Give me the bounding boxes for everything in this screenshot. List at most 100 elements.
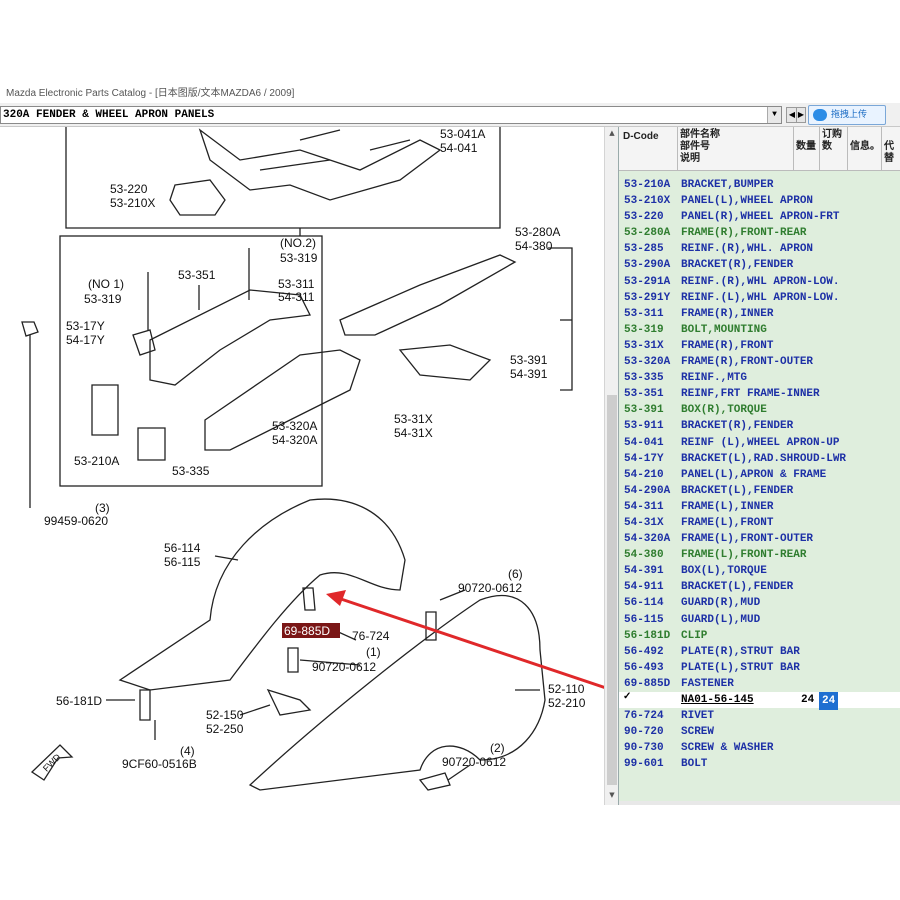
- header-substitute[interactable]: 代替: [881, 127, 900, 171]
- part-row[interactable]: 56-492 PLATE(R),STRUT BAR: [619, 644, 900, 660]
- next-page-button[interactable]: ▶: [796, 107, 806, 123]
- part-row[interactable]: 53-351 REINF,FRT FRAME-INNER: [619, 386, 900, 402]
- part-row[interactable]: 54-391 BOX(L),TORQUE: [619, 563, 900, 579]
- header-qty[interactable]: 数量: [793, 127, 817, 171]
- label-53-391[interactable]: 53-391: [510, 353, 548, 367]
- label-53-311[interactable]: 53-311: [278, 277, 315, 291]
- chevron-down-icon[interactable]: ▼: [767, 107, 781, 123]
- part-row[interactable]: 99-601 BOLT: [619, 756, 900, 772]
- part-row[interactable]: 54-380 FRAME(L),FRONT-REAR: [619, 547, 900, 563]
- rivet-part: [425, 611, 437, 641]
- label-53-319-no1[interactable]: 53-319: [84, 292, 122, 306]
- label-53-320A[interactable]: 53-320A: [272, 419, 317, 433]
- label-53-220[interactable]: 53-220: [110, 182, 148, 196]
- part-row-dcode: 54-041: [624, 436, 664, 449]
- panel-bottom-edge: [619, 801, 900, 805]
- header-part-name[interactable]: 部件名称 部件号 说明: [677, 127, 791, 171]
- part-row[interactable]: 56-115 GUARD(L),MUD: [619, 612, 900, 628]
- label-54-391[interactable]: 54-391: [510, 367, 548, 381]
- label-76-724[interactable]: 76-724: [352, 629, 390, 643]
- label-53-31X[interactable]: 53-31X: [394, 412, 433, 426]
- label-53-335[interactable]: 53-335: [172, 464, 210, 478]
- part-row[interactable]: 54-311 FRAME(L),INNER: [619, 499, 900, 515]
- row-checkbox[interactable]: ✓: [623, 690, 631, 706]
- label-53-210A[interactable]: 53-210A: [74, 454, 119, 468]
- label-56-181D[interactable]: 56-181D: [56, 694, 102, 708]
- part-row[interactable]: 54-911 BRACKET(L),FENDER: [619, 579, 900, 595]
- label-56-115[interactable]: 56-115: [164, 555, 201, 569]
- part-row[interactable]: 90-720 SCREW: [619, 724, 900, 740]
- part-row[interactable]: 90-730 SCREW & WASHER: [619, 740, 900, 756]
- part-row[interactable]: 53-911 BRACKET(R),FENDER: [619, 418, 900, 434]
- part-row-dcode: 90-720: [624, 726, 664, 739]
- part-row[interactable]: 54-17Y BRACKET(L),RAD.SHROUD-LWR: [619, 451, 900, 467]
- label-53-280A[interactable]: 53-280A: [515, 225, 560, 239]
- part-row[interactable]: 53-391 BOX(R),TORQUE: [619, 402, 900, 418]
- label-69-885D[interactable]: 69-885D: [284, 624, 330, 638]
- bolt-99459: [21, 321, 39, 337]
- header-info[interactable]: 信息。: [847, 127, 881, 171]
- label-54-17Y[interactable]: 54-17Y: [66, 333, 105, 347]
- label-53-210X[interactable]: 53-210X: [110, 196, 155, 210]
- part-row-description: FRAME(R),FRONT-REAR: [681, 227, 807, 240]
- part-row[interactable]: 54-320A FRAME(L),FRONT-OUTER: [619, 531, 900, 547]
- diagram-vertical-scrollbar[interactable]: ▲ ▼: [604, 127, 618, 805]
- scroll-up-icon[interactable]: ▲: [607, 129, 617, 141]
- part-row[interactable]: 54-290A BRACKET(L),FENDER: [619, 483, 900, 499]
- part-row-description: BOX(L),TORQUE: [681, 565, 767, 578]
- label-9CF60-0516B[interactable]: 9CF60-0516B: [122, 757, 197, 771]
- part-row[interactable]: 54-041 REINF (L),WHEEL APRON-UP: [619, 435, 900, 451]
- part-row[interactable]: 69-885D FASTENER: [619, 676, 900, 692]
- part-row[interactable]: 53-335 REINF.,MTG: [619, 370, 900, 386]
- label-90720-0612-a[interactable]: 90720-0612: [458, 581, 522, 595]
- fastener-part: [302, 587, 316, 611]
- label-54-31X[interactable]: 54-31X: [394, 426, 433, 440]
- page-select[interactable]: 320A FENDER & WHEEL APRON PANELS ▼: [0, 106, 782, 124]
- part-row-dcode: 53-220: [624, 211, 664, 224]
- part-row[interactable]: 53-285 REINF.(R),WHL. APRON: [619, 241, 900, 257]
- label-52-110[interactable]: 52-110: [548, 682, 585, 696]
- part-row[interactable]: 56-114 GUARD(R),MUD: [619, 595, 900, 611]
- part-row[interactable]: 53-291Y REINF.(L),WHL APRON-LOW.: [619, 290, 900, 306]
- part-row[interactable]: 53-31X FRAME(R),FRONT: [619, 338, 900, 354]
- part-row[interactable]: 53-210A BRACKET,BUMPER: [619, 177, 900, 193]
- part-row[interactable]: 53-220 PANEL(R),WHEEL APRON-FRT: [619, 209, 900, 225]
- label-53-351[interactable]: 53-351: [178, 268, 216, 282]
- selected-part-row[interactable]: ✓ NA01-56-145 24 24: [619, 690, 900, 710]
- label-53-041A[interactable]: 53-041A: [440, 127, 485, 141]
- label-53-17Y[interactable]: 53-17Y: [66, 319, 105, 333]
- label-56-114[interactable]: 56-114: [164, 541, 201, 555]
- part-row[interactable]: 53-311 FRAME(R),INNER: [619, 306, 900, 322]
- part-row[interactable]: 53-210X PANEL(L),WHEEL APRON: [619, 193, 900, 209]
- part-row[interactable]: 54-31X FRAME(L),FRONT: [619, 515, 900, 531]
- label-52-250[interactable]: 52-250: [206, 722, 244, 736]
- part-row-dcode: 56-493: [624, 661, 664, 674]
- part-row[interactable]: 76-724 RIVET: [619, 708, 900, 724]
- header-dcode[interactable]: D-Code: [623, 131, 659, 143]
- header-order-qty[interactable]: 订购数: [819, 127, 845, 171]
- label-54-041[interactable]: 54-041: [440, 141, 478, 155]
- label-90720-0612-c[interactable]: 90720-0612: [442, 755, 506, 769]
- parts-diagram[interactable]: 53-041A 54-041 53-220 53-210X 53-280A 54…: [0, 127, 604, 805]
- label-54-311[interactable]: 54-311: [278, 290, 315, 304]
- label-90720-0612-b[interactable]: 90720-0612: [312, 660, 376, 674]
- part-row[interactable]: 53-280A FRAME(R),FRONT-REAR: [619, 225, 900, 241]
- part-row[interactable]: 53-290A BRACKET(R),FENDER: [619, 257, 900, 273]
- part-row[interactable]: 56-181D CLIP: [619, 628, 900, 644]
- part-row[interactable]: 53-319 BOLT,MOUNTING: [619, 322, 900, 338]
- part-row-dcode: 53-285: [624, 243, 664, 256]
- part-row-description: FRAME(R),FRONT: [681, 339, 774, 352]
- scrollbar-thumb[interactable]: [607, 395, 617, 785]
- label-99459-0620[interactable]: 99459-0620: [44, 514, 108, 528]
- upload-button[interactable]: 拖拽上传: [808, 105, 886, 125]
- scroll-down-icon[interactable]: ▼: [607, 791, 617, 803]
- label-54-380[interactable]: 54-380: [515, 239, 553, 253]
- part-row[interactable]: 53-291A REINF.(R),WHL APRON-LOW.: [619, 274, 900, 290]
- label-52-210[interactable]: 52-210: [548, 696, 586, 710]
- label-53-319-no2[interactable]: 53-319: [280, 251, 318, 265]
- label-52-150[interactable]: 52-150: [206, 708, 244, 722]
- part-row[interactable]: 56-493 PLATE(L),STRUT BAR: [619, 660, 900, 676]
- part-row[interactable]: 54-210 PANEL(L),APRON & FRAME: [619, 467, 900, 483]
- part-row[interactable]: 53-320A FRAME(R),FRONT-OUTER: [619, 354, 900, 370]
- label-54-320A[interactable]: 54-320A: [272, 433, 317, 447]
